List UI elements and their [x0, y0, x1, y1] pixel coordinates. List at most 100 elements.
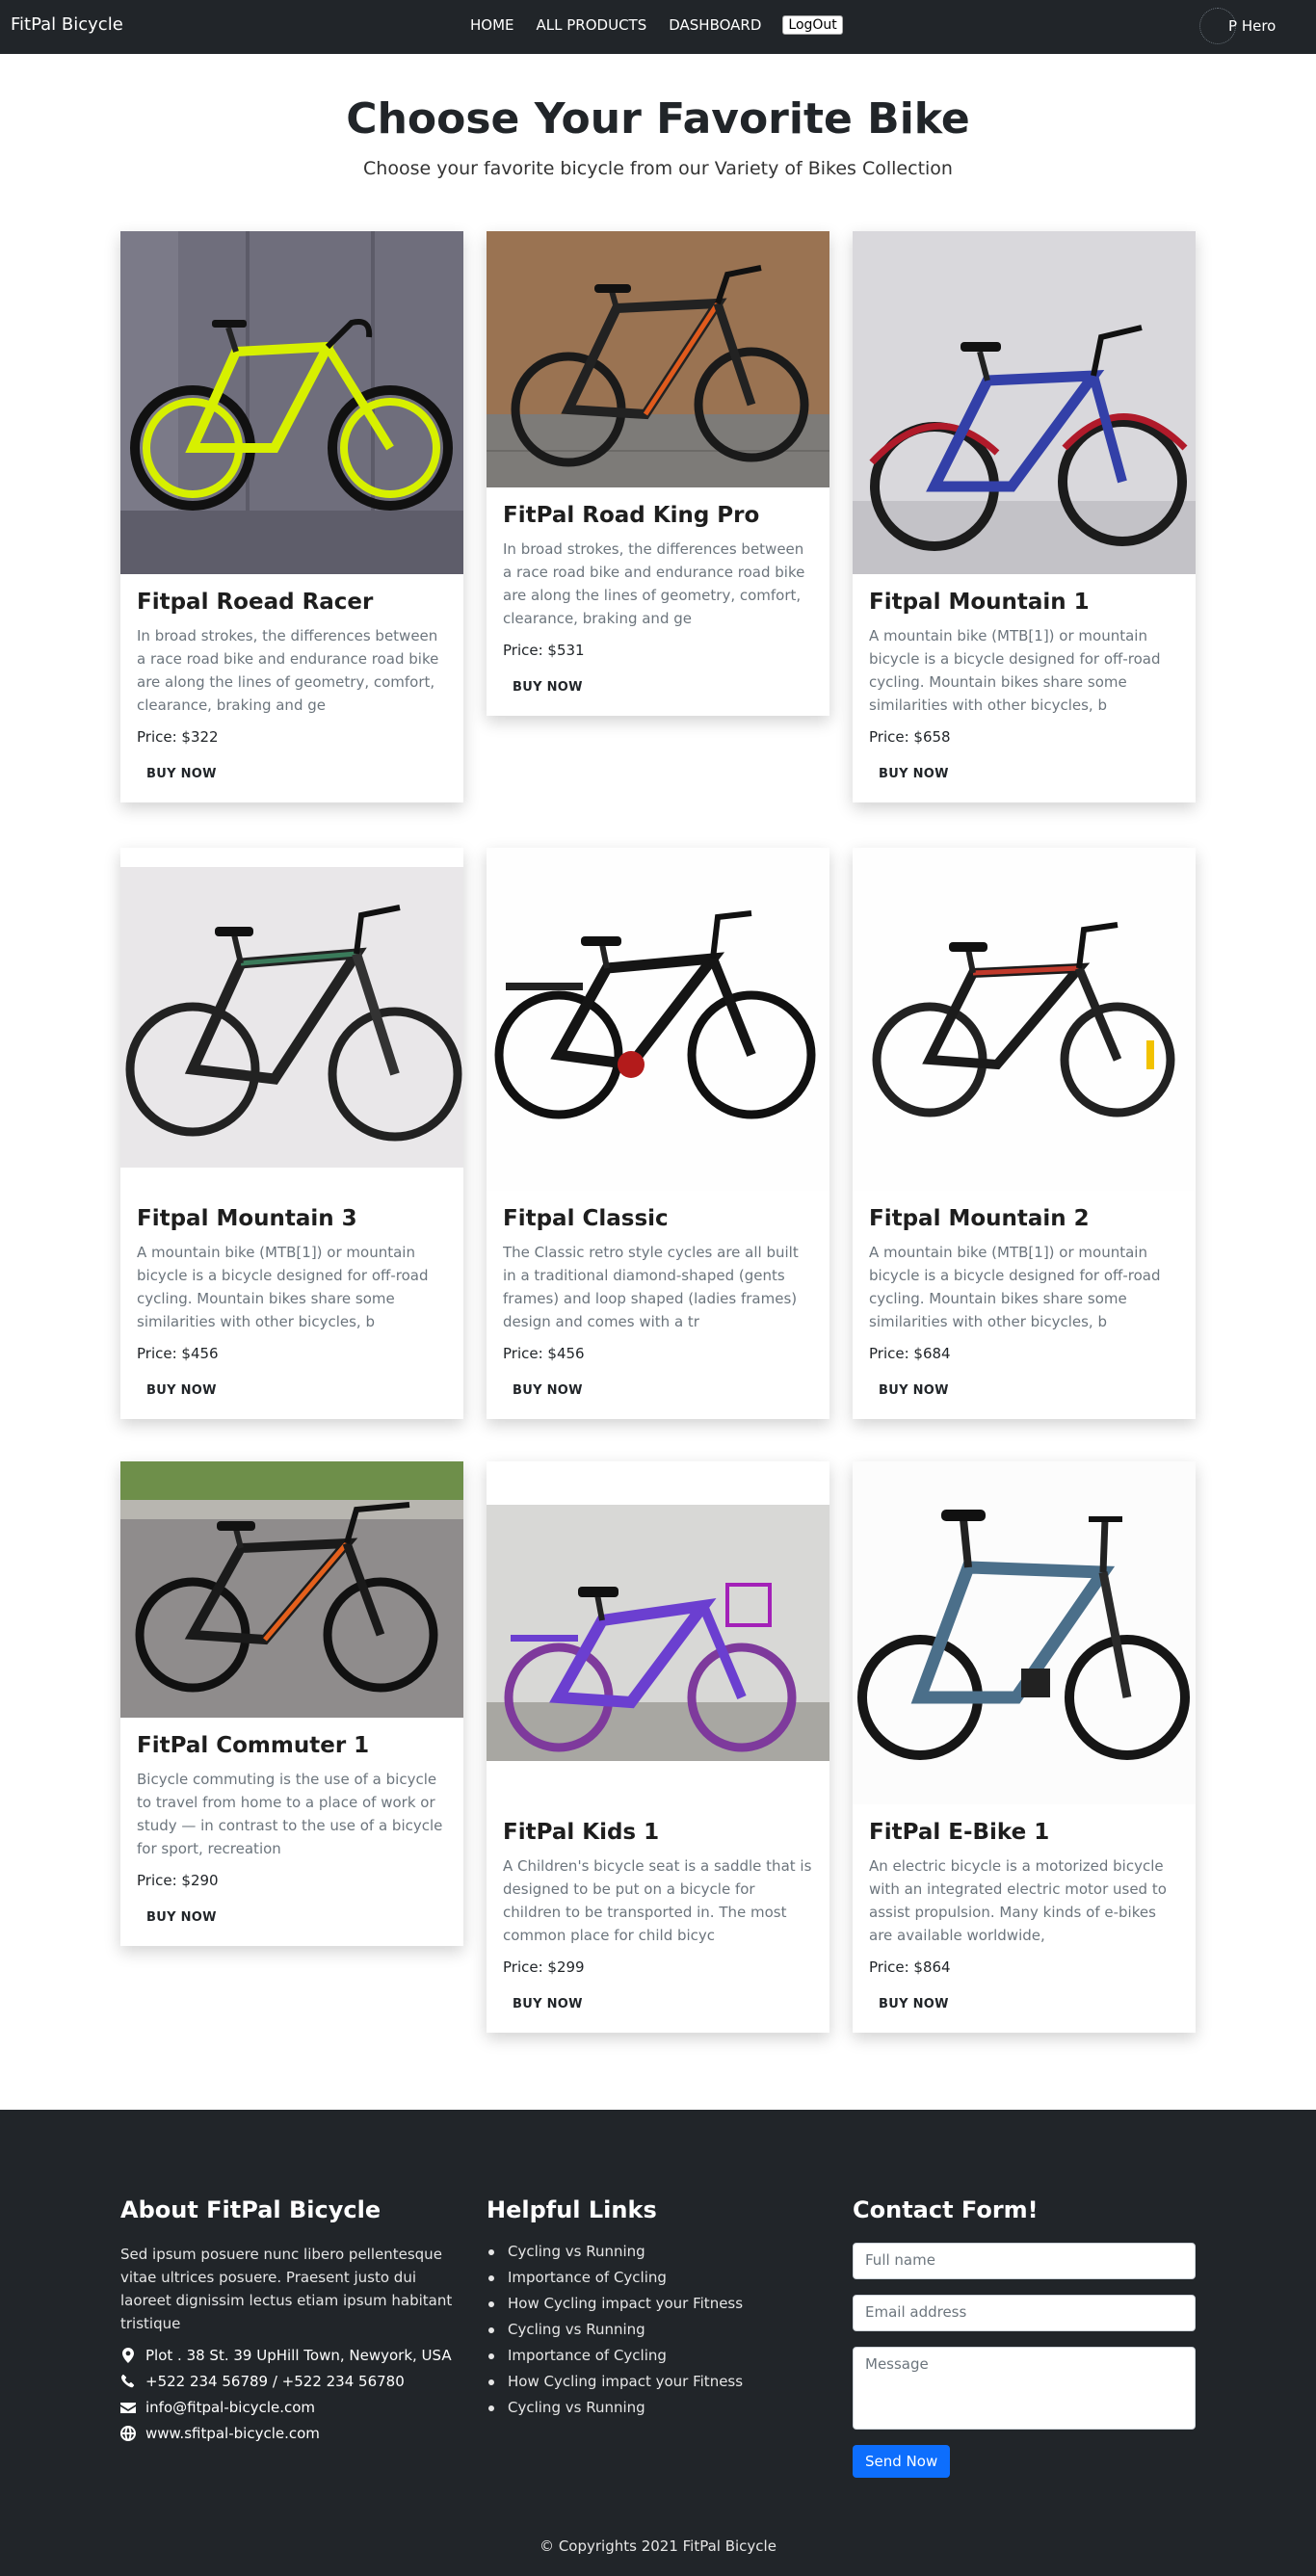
user-name: P Hero [1228, 17, 1277, 35]
buy-now-button[interactable]: BUY NOW [137, 1380, 226, 1402]
product-image [120, 848, 463, 1191]
footer-links-title: Helpful Links [487, 2196, 657, 2223]
buy-now-button[interactable]: BUY NOW [503, 1380, 592, 1402]
email-field[interactable]: Email address [853, 2295, 1196, 2331]
nav-link-all-products[interactable]: ALL PRODUCTS [537, 16, 647, 34]
card-body: Fitpal Classic The Classic retro style c… [487, 1191, 829, 1419]
helpful-link[interactable]: How Cycling impact your Fitness [487, 2295, 743, 2312]
helpful-link[interactable]: How Cycling impact your Fitness [487, 2373, 743, 2390]
product-title: FitPal E-Bike 1 [869, 1820, 1050, 1845]
map-marker-icon [122, 2348, 134, 2363]
user-area: P Hero [1199, 8, 1276, 44]
product-price: Price: $864 [869, 1958, 951, 1976]
buy-now-button[interactable]: BUY NOW [869, 1993, 959, 2015]
helpful-link[interactable]: Importance of Cycling [487, 2347, 743, 2364]
product-description: A Children's bicycle seat is a saddle th… [503, 1857, 812, 1944]
product-image [120, 1461, 463, 1718]
product-description: A mountain bike (MTB[1]) or mountain bic… [137, 1244, 429, 1330]
helpful-link[interactable]: Cycling vs Running [487, 2243, 743, 2260]
email-link[interactable]: info@fitpal-bicycle.com [145, 2399, 315, 2416]
brand-logo[interactable]: FitPal Bicycle [11, 14, 123, 35]
globe-icon [120, 2426, 136, 2441]
product-card: FitPal E-Bike 1 An electric bicycle is a… [853, 1461, 1196, 2033]
product-image [853, 848, 1196, 1191]
product-card: Fitpal Mountain 2 A mountain bike (MTB[1… [853, 848, 1196, 1419]
buy-now-button[interactable]: BUY NOW [137, 763, 226, 785]
product-image [487, 848, 829, 1191]
nav-link-dashboard[interactable]: DASHBOARD [669, 16, 761, 34]
product-title: Fitpal Classic [503, 1206, 669, 1231]
card-body: Fitpal Mountain 2 A mountain bike (MTB[1… [853, 1191, 1196, 1419]
nav-link-home[interactable]: HOME [470, 16, 514, 34]
helpful-links-list: Cycling vs Running Importance of Cycling… [487, 2243, 743, 2416]
product-price: Price: $658 [869, 728, 951, 746]
copyright: © Copyrights 2021 FitPal Bicycle [540, 2537, 776, 2555]
product-card: FitPal Kids 1 A Children's bicycle seat … [487, 1461, 829, 2033]
footer-phone: +522 234 56789 / +522 234 56780 [120, 2373, 454, 2390]
website-link[interactable]: www.sfitpal-bicycle.com [145, 2425, 320, 2442]
product-description: In broad strokes, the differences betwee… [503, 540, 805, 627]
buy-now-button[interactable]: BUY NOW [503, 1993, 592, 2015]
card-body: Fitpal Mountain 3 A mountain bike (MTB[1… [120, 1191, 463, 1419]
product-description: Bicycle commuting is the use of a bicycl… [137, 1771, 443, 1857]
page-title: Choose Your Favorite Bike [346, 94, 970, 144]
page-subtitle: Choose your favorite bicycle from our Va… [363, 158, 953, 179]
card-body: Fitpal Mountain 1 A mountain bike (MTB[1… [853, 574, 1196, 802]
product-title: Fitpal Roead Racer [137, 590, 374, 615]
product-card: Fitpal Mountain 3 A mountain bike (MTB[1… [120, 848, 463, 1419]
product-card: Fitpal Roead Racer In broad strokes, the… [120, 231, 463, 802]
card-body: FitPal Kids 1 A Children's bicycle seat … [487, 1804, 829, 2033]
product-card: FitPal Commuter 1 Bicycle commuting is t… [120, 1461, 463, 1946]
product-price: Price: $290 [137, 1872, 219, 1889]
product-image [853, 231, 1196, 574]
envelope-icon [120, 2403, 136, 2413]
product-title: Fitpal Mountain 3 [137, 1206, 357, 1231]
send-now-button[interactable]: Send Now [853, 2445, 951, 2478]
card-body: FitPal Commuter 1 Bicycle commuting is t… [120, 1718, 463, 1946]
product-title: Fitpal Mountain 2 [869, 1206, 1090, 1231]
product-card: Fitpal Classic The Classic retro style c… [487, 848, 829, 1419]
footer-about: About FitPal Bicycle Sed ipsum posuere n… [120, 2196, 454, 2451]
product-title: FitPal Kids 1 [503, 1820, 660, 1845]
product-card: Fitpal Mountain 1 A mountain bike (MTB[1… [853, 231, 1196, 802]
buy-now-button[interactable]: BUY NOW [869, 1380, 959, 1402]
product-price: Price: $456 [503, 1345, 585, 1362]
buy-now-button[interactable]: BUY NOW [137, 1906, 226, 1929]
product-image [120, 231, 463, 574]
product-price: Price: $684 [869, 1345, 951, 1362]
card-body: Fitpal Roead Racer In broad strokes, the… [120, 574, 463, 802]
footer-links: Helpful Links Cycling vs Running Importa… [487, 2196, 743, 2425]
product-price: Price: $456 [137, 1345, 219, 1362]
logout-button[interactable]: LogOut [782, 15, 843, 35]
footer-contact-form: Contact Form! Full name Email address Me… [853, 2196, 1196, 2478]
footer-address: Plot . 38 St. 39 UpHill Town, Newyork, U… [120, 2347, 454, 2364]
helpful-link[interactable]: Cycling vs Running [487, 2321, 743, 2338]
card-body: FitPal E-Bike 1 An electric bicycle is a… [853, 1804, 1196, 2033]
message-field[interactable]: Message [853, 2347, 1196, 2430]
navbar: FitPal Bicycle HOME ALL PRODUCTS DASHBOA… [0, 0, 1316, 54]
product-image [487, 231, 829, 487]
helpful-link[interactable]: Importance of Cycling [487, 2269, 743, 2286]
footer-about-text: Sed ipsum posuere nunc libero pellentesq… [120, 2246, 453, 2332]
full-name-field[interactable]: Full name [853, 2243, 1196, 2279]
phone-icon [120, 2374, 135, 2388]
product-card: FitPal Road King Pro In broad strokes, t… [487, 231, 829, 716]
buy-now-button[interactable]: BUY NOW [503, 676, 592, 698]
footer-email: info@fitpal-bicycle.com [120, 2399, 454, 2416]
product-image [853, 1461, 1196, 1804]
footer-about-title: About FitPal Bicycle [120, 2196, 382, 2223]
footer: About FitPal Bicycle Sed ipsum posuere n… [0, 2110, 1316, 2576]
product-title: Fitpal Mountain 1 [869, 590, 1090, 615]
product-price: Price: $531 [503, 642, 585, 659]
product-description: A mountain bike (MTB[1]) or mountain bic… [869, 1244, 1161, 1330]
product-description: The Classic retro style cycles are all b… [503, 1244, 799, 1330]
phone-text: +522 234 56789 / +522 234 56780 [145, 2373, 405, 2390]
footer-website: www.sfitpal-bicycle.com [120, 2425, 454, 2442]
helpful-link[interactable]: Cycling vs Running [487, 2399, 743, 2416]
product-price: Price: $322 [137, 728, 219, 746]
buy-now-button[interactable]: BUY NOW [869, 763, 959, 785]
nav-links: HOME ALL PRODUCTS DASHBOARD LogOut [470, 15, 843, 35]
card-body: FitPal Road King Pro In broad strokes, t… [487, 487, 829, 716]
address-text: Plot . 38 St. 39 UpHill Town, Newyork, U… [145, 2347, 452, 2364]
contact-form-title: Contact Form! [853, 2196, 1039, 2223]
